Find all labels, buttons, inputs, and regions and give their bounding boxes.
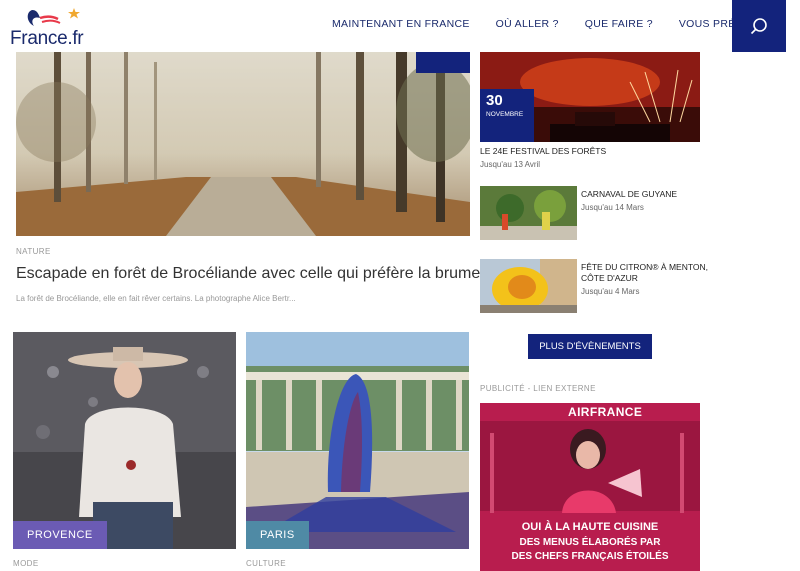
card-paris[interactable]: PARIS [246, 332, 469, 549]
event-title-citron-1[interactable]: FÊTE DU CITRON® À MENTON, [581, 262, 708, 272]
search-button[interactable] [732, 0, 786, 52]
hero-title[interactable]: Escapade en forêt de Brocéliande avec ce… [16, 265, 480, 283]
hero-corner-tag [416, 52, 470, 73]
event-day: 30 [486, 92, 503, 109]
hero-category: NATURE [16, 247, 51, 256]
event-date-citron: Jusqu'au 4 Mars [581, 287, 640, 296]
site-logo[interactable]: France.fr [10, 6, 90, 49]
ad-brand: AIRFRANCE [568, 405, 643, 419]
nav-item-maintenant[interactable]: MAINTENANT EN FRANCE [332, 18, 470, 30]
card-category-mode: MODE [13, 559, 39, 568]
ad-label: PUBLICITÉ - LIEN EXTERNE [480, 384, 596, 393]
nav-item-ou-aller[interactable]: OÙ ALLER ? [496, 18, 559, 30]
more-events-button[interactable]: PLUS D'ÉVÈNEMENTS [528, 334, 652, 359]
marianne-logo-icon [27, 8, 80, 26]
ad-subline-2: DES CHEFS FRANÇAIS ÉTOILÉS [511, 551, 669, 562]
card-badge-paris: PARIS [246, 521, 309, 549]
search-icon [750, 18, 767, 35]
event-image-carnaval[interactable] [480, 186, 577, 240]
card-category-culture: CULTURE [246, 559, 286, 568]
card-provence[interactable]: PROVENCE [13, 332, 236, 549]
card-badge-provence: PROVENCE [13, 521, 107, 549]
fashion-photo [13, 332, 236, 549]
hero-excerpt: La forêt de Brocéliande, elle en fait rê… [16, 294, 296, 303]
ad-banner[interactable]: AIRFRANCE OUI À LA HAUTE CUISINE DES MEN… [480, 403, 700, 571]
event-title-citron-2[interactable]: CÔTE D'AZUR [581, 273, 638, 283]
logo-wordmark: France.fr [10, 28, 84, 49]
art-installation-photo [246, 332, 469, 549]
nav-item-que-faire[interactable]: QUE FAIRE ? [585, 18, 653, 30]
event-title-festival[interactable]: LE 24E FESTIVAL DES FORÊTS [480, 146, 606, 156]
event-date-festival: Jusqu'au 13 Avril [480, 160, 541, 169]
event-date-badge: 30 NOVEMBRE [480, 89, 534, 142]
ad-subline-1: DES MENUS ÉLABORÉS PAR [519, 537, 661, 548]
event-month: NOVEMBRE [486, 111, 524, 118]
event-image-citron[interactable] [480, 259, 577, 313]
forest-photo [16, 52, 470, 236]
site-header: France.fr MAINTENANT EN FRANCE OÙ ALLER … [0, 0, 800, 52]
event-image-festival[interactable]: 30 NOVEMBRE [480, 52, 700, 142]
event-title-carnaval[interactable]: CARNAVAL DE GUYANE [581, 189, 677, 199]
ad-headline: OUI À LA HAUTE CUISINE [521, 521, 659, 533]
carnaval-photo [480, 186, 577, 240]
main-nav: MAINTENANT EN FRANCE OÙ ALLER ? QUE FAIR… [332, 18, 798, 30]
event-date-carnaval: Jusqu'au 14 Mars [581, 203, 644, 212]
citron-photo [480, 259, 577, 313]
hero-image[interactable] [16, 52, 470, 236]
